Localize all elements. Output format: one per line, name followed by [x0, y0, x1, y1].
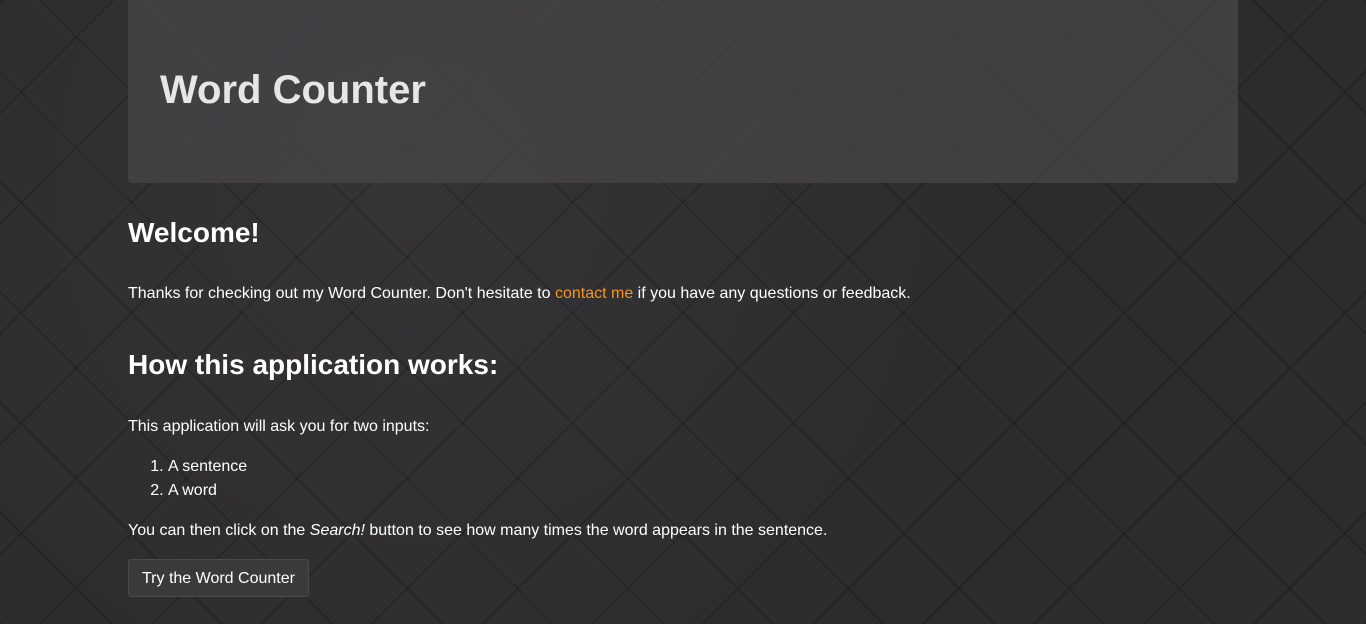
list-item: A sentence	[168, 455, 1238, 479]
inputs-list: A sentence A word	[128, 455, 1238, 503]
instruction-text-before: You can then click on the	[128, 522, 310, 539]
header-jumbotron: Word Counter	[128, 0, 1238, 183]
search-emphasis: Search!	[309, 522, 365, 539]
instruction-text-after: button to see how many times the word ap…	[364, 522, 828, 539]
welcome-heading: Welcome!	[128, 217, 260, 248]
intro-text-before: Thanks for checking out my Word Counter.…	[128, 285, 555, 302]
instruction-paragraph: You can then click on the Search! button…	[128, 519, 1238, 543]
main-container: Word Counter Welcome! Thanks for checkin…	[128, 0, 1238, 597]
intro-text-after: if you have any questions or feedback.	[633, 285, 911, 302]
app-description: This application will ask you for two in…	[128, 418, 430, 435]
page-title: Word Counter	[160, 68, 426, 112]
contact-link[interactable]: contact me	[555, 285, 633, 302]
list-item: A word	[168, 479, 1238, 503]
intro-paragraph: Thanks for checking out my Word Counter.…	[128, 282, 1238, 306]
how-it-works-heading: How this application works:	[128, 349, 499, 380]
try-word-counter-button[interactable]: Try the Word Counter	[128, 559, 309, 597]
